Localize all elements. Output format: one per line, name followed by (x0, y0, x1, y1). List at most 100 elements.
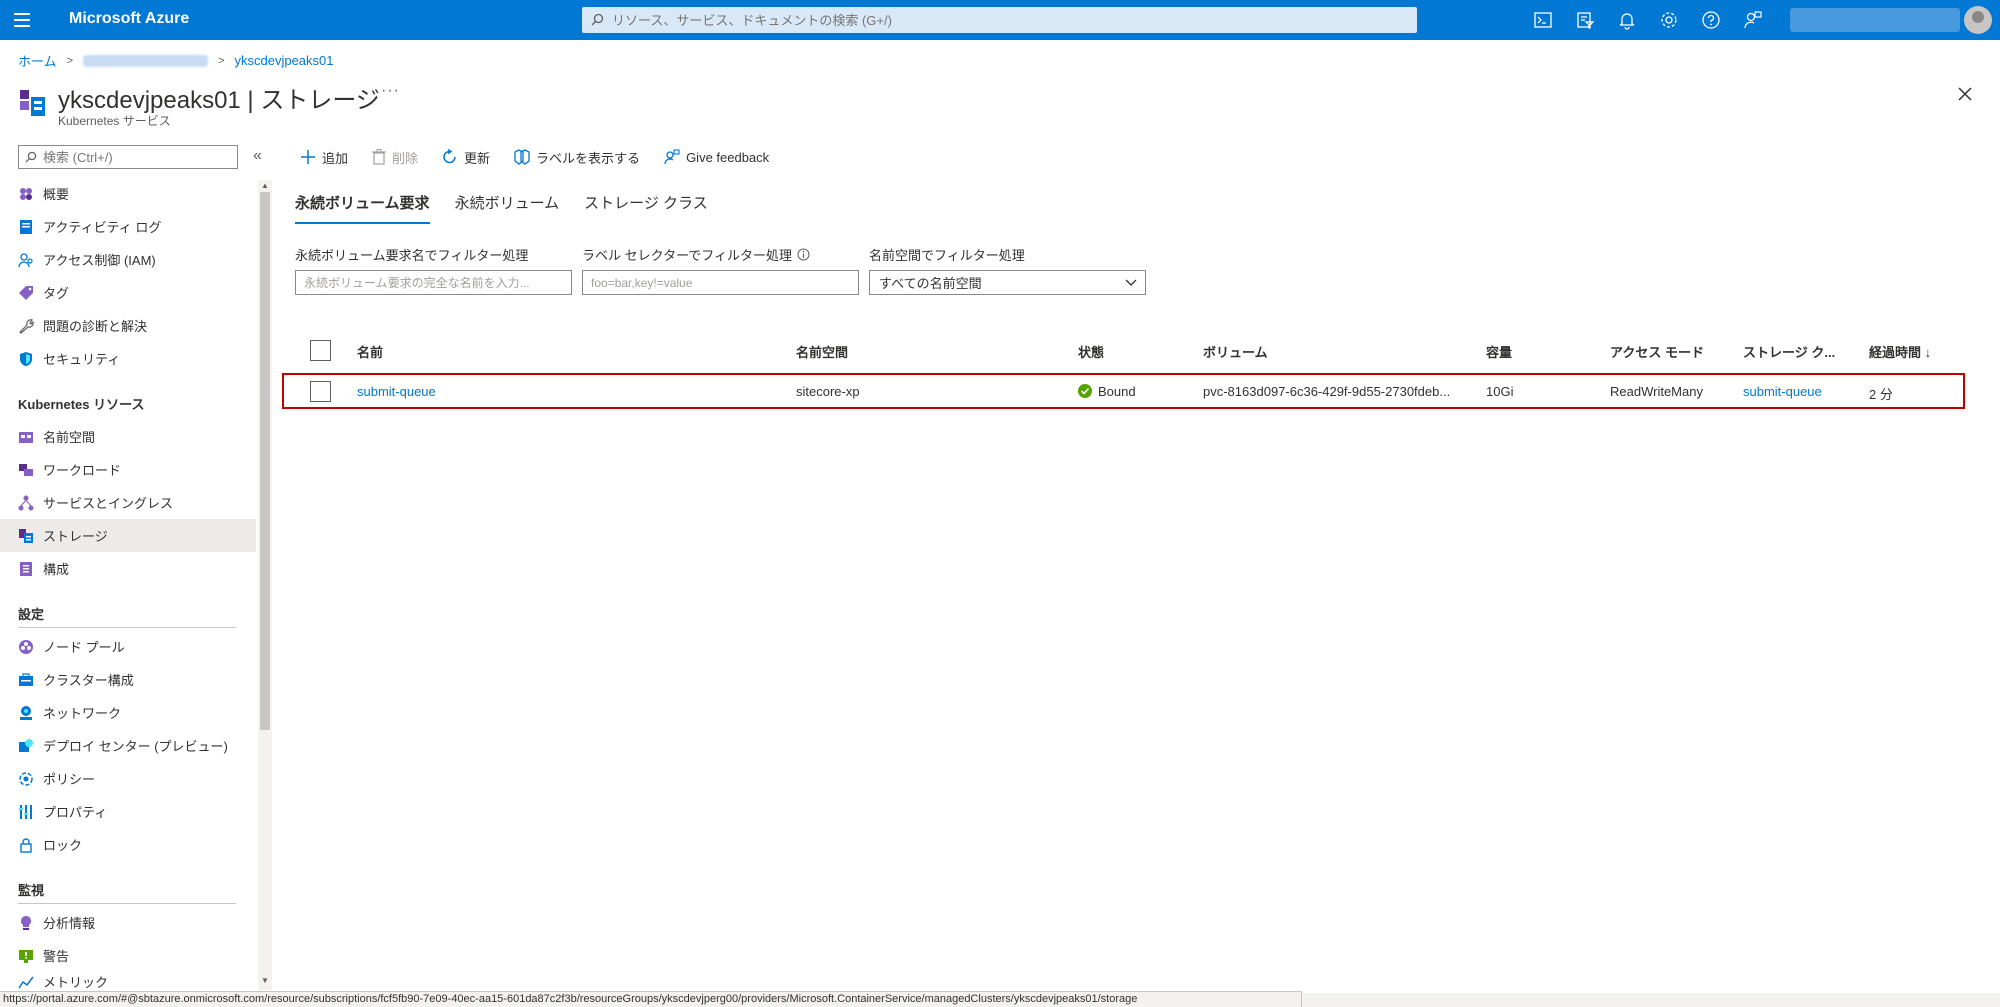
tab-pv[interactable]: 永続ボリューム (455, 192, 560, 224)
filter-label-selector-input[interactable] (582, 270, 859, 295)
sidebar-item-network[interactable]: ネットワーク (0, 696, 256, 729)
sidebar-scroll-thumb[interactable] (260, 192, 270, 730)
horizontal-scrollbar[interactable] (1302, 993, 2000, 1007)
breadcrumb-current[interactable]: ykscdevjpeaks01 (235, 53, 334, 68)
feedback-icon[interactable] (1743, 10, 1763, 30)
sidebar-section-monitoring: 監視 (18, 883, 45, 898)
give-feedback-button[interactable]: Give feedback (664, 149, 769, 165)
namespace-dropdown[interactable]: すべての名前空間 (869, 270, 1146, 295)
sidebar-item-deploy-center[interactable]: デプロイ センター (プレビュー) (0, 729, 256, 762)
config-icon (18, 561, 34, 577)
avatar[interactable] (1964, 6, 1992, 34)
page-subtitle: Kubernetes サービス (58, 114, 171, 128)
pvc-namespace: sitecore-xp (796, 384, 860, 399)
sidebar-item-properties[interactable]: プロパティ (0, 795, 256, 828)
brand-title[interactable]: Microsoft Azure (69, 10, 189, 28)
scroll-down-icon[interactable]: ▼ (261, 976, 269, 985)
overview-icon (18, 186, 34, 202)
table-row[interactable]: submit-queue sitecore-xp Bound pvc-8163d… (282, 373, 1965, 409)
pvc-capacity: 10Gi (1486, 384, 1514, 399)
tab-storage-class[interactable]: ストレージ クラス (584, 192, 708, 224)
sidebar-item-label: ネットワーク (43, 706, 122, 721)
column-header-name[interactable]: 名前 (357, 342, 383, 361)
sidebar-section-kubernetes: Kubernetes リソース (18, 397, 145, 412)
sidebar-item-namespaces[interactable]: 名前空間 (0, 420, 256, 453)
global-search[interactable] (582, 7, 1417, 33)
account-info[interactable] (1790, 8, 1960, 32)
global-search-input[interactable] (612, 7, 1402, 33)
sidebar-item-activity-log[interactable]: アクティビティ ログ (0, 210, 256, 243)
column-header-age[interactable]: 経過時間 ↓ (1869, 342, 1931, 361)
delete-label: 削除 (392, 150, 419, 166)
pvc-age: 2 分 (1869, 387, 1893, 402)
directory-filter-icon[interactable] (1575, 10, 1595, 30)
refresh-icon (443, 149, 456, 164)
sidebar-item-config[interactable]: 構成 (0, 552, 256, 585)
close-icon[interactable] (1955, 84, 1975, 104)
chevron-down-icon (1125, 279, 1137, 286)
column-header-capacity[interactable]: 容量 (1486, 342, 1512, 361)
sidebar-item-security[interactable]: セキュリティ (0, 342, 256, 375)
sidebar-item-node-pools[interactable]: ノード プール (0, 630, 256, 663)
sidebar-item-overview[interactable]: 概要 (0, 177, 256, 210)
sidebar-item-label: メトリック (43, 975, 109, 990)
give-feedback-label: Give feedback (686, 149, 770, 165)
tab-pvc[interactable]: 永続ボリューム要求 (295, 192, 430, 224)
menu-icon[interactable] (14, 13, 30, 27)
delete-button[interactable]: 削除 (372, 148, 418, 167)
sidebar-item-label: ロック (43, 838, 83, 853)
info-icon[interactable] (797, 248, 810, 261)
sidebar-item-locks[interactable]: ロック (0, 828, 256, 861)
insights-icon (18, 915, 34, 931)
policy-icon (18, 771, 34, 787)
breadcrumb-redacted[interactable] (83, 54, 209, 67)
settings-icon[interactable] (1659, 10, 1679, 30)
filter-name-label: 永続ボリューム要求名でフィルター処理 (295, 248, 529, 263)
pvc-storage-class-link[interactable]: submit-queue (1743, 384, 1822, 399)
sidebar-item-insights[interactable]: 分析情報 (0, 906, 256, 939)
page-title: ykscdevjpeaks01 | ストレージ (58, 87, 380, 114)
add-button[interactable]: 追加 (300, 148, 348, 167)
sidebar-item-alerts[interactable]: 警告 (0, 939, 256, 972)
sidebar-item-services[interactable]: サービスとイングレス (0, 486, 256, 519)
services-icon (18, 495, 34, 511)
node-pool-icon (18, 639, 34, 655)
kubernetes-service-icon (20, 90, 45, 116)
column-header-volume[interactable]: ボリューム (1203, 342, 1268, 361)
scroll-up-icon[interactable]: ▲ (261, 181, 269, 190)
sidebar-item-workloads[interactable]: ワークロード (0, 453, 256, 486)
column-header-status[interactable]: 状態 (1078, 342, 1104, 361)
sidebar-item-iam[interactable]: アクセス制御 (IAM) (0, 243, 256, 276)
sidebar-item-storage[interactable]: ストレージ (0, 519, 256, 552)
sidebar-search-input[interactable] (43, 146, 233, 168)
row-checkbox[interactable] (310, 381, 331, 402)
refresh-label: 更新 (464, 150, 491, 166)
sidebar-item-metrics[interactable]: メトリック (0, 972, 256, 991)
sidebar-item-label: サービスとイングレス (43, 496, 174, 511)
breadcrumb-home[interactable]: ホーム (18, 51, 57, 70)
sidebar-item-cluster-config[interactable]: クラスター構成 (0, 663, 256, 696)
wrench-icon (18, 318, 34, 334)
shield-icon (18, 351, 34, 367)
select-all-checkbox[interactable] (310, 340, 331, 361)
column-header-access-mode[interactable]: アクセス モード (1610, 342, 1704, 361)
sidebar-search[interactable] (18, 145, 238, 169)
pvc-name-link[interactable]: submit-queue (357, 384, 436, 399)
pvc-volume: pvc-8163d097-6c36-429f-9d55-2730fdeb... (1203, 384, 1451, 399)
collapse-sidebar-button[interactable]: « (253, 147, 262, 165)
show-labels-button[interactable]: ラベルを表示する (514, 148, 640, 167)
sidebar-item-tags[interactable]: タグ (0, 276, 256, 309)
network-icon (18, 705, 34, 721)
filter-name-input[interactable] (295, 270, 572, 295)
storage-tabs: 永続ボリューム要求 永続ボリューム ストレージ クラス (295, 192, 733, 224)
help-icon[interactable] (1701, 10, 1721, 30)
more-options-button[interactable]: ··· (381, 82, 400, 100)
cloud-shell-icon[interactable] (1533, 10, 1553, 30)
column-header-namespace[interactable]: 名前空間 (796, 342, 848, 361)
sidebar-item-policy[interactable]: ポリシー (0, 762, 256, 795)
sidebar-item-label: ワークロード (43, 463, 122, 478)
notifications-icon[interactable] (1617, 10, 1637, 30)
column-header-storage-class[interactable]: ストレージ ク... (1743, 342, 1835, 361)
refresh-button[interactable]: 更新 (442, 148, 490, 167)
sidebar-item-diagnose[interactable]: 問題の診断と解決 (0, 309, 256, 342)
